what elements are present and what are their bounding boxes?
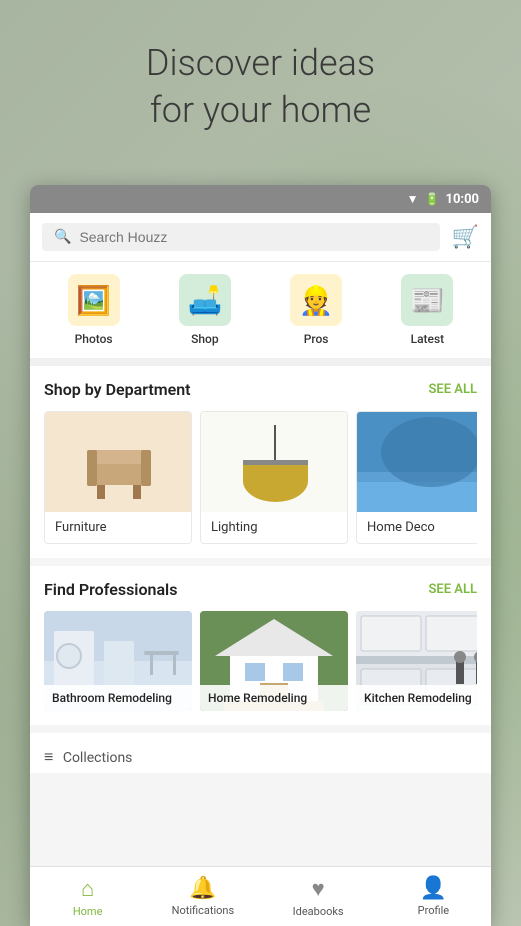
dept-card-lighting[interactable]: Lighting <box>200 411 348 544</box>
phone-frame: ▼ 🔋 10:00 🔍 🛒 🖼️ Photos 🛋️ Shop 👷 Pros 📰… <box>30 185 491 926</box>
homedeco-img <box>357 412 477 512</box>
nav-item-profile[interactable]: 👤 Profile <box>376 867 491 926</box>
dept-card-furniture[interactable]: Furniture <box>44 411 192 544</box>
profile-nav-icon: 👤 <box>420 876 447 901</box>
lighting-label: Lighting <box>201 512 347 543</box>
pros-section: Find Professionals SEE ALL <box>30 566 491 725</box>
shop-section-header: Shop by Department SEE ALL <box>44 380 477 399</box>
pros-icon: 👷 <box>290 274 342 326</box>
profile-nav-label: Profile <box>418 904 449 917</box>
shop-see-all[interactable]: SEE ALL <box>428 382 477 397</box>
quick-link-photos[interactable]: 🖼️ Photos <box>68 274 120 346</box>
shop-section: Shop by Department SEE ALL Furn <box>30 366 491 558</box>
photos-icon: 🖼️ <box>68 274 120 326</box>
home-nav-label: Home <box>73 905 103 918</box>
shop-section-title: Shop by Department <box>44 380 191 399</box>
search-icon: 🔍 <box>54 229 71 245</box>
pros-see-all[interactable]: SEE ALL <box>428 582 477 597</box>
partial-section: ≡ Collections <box>30 733 491 773</box>
home-nav-icon: ⌂ <box>81 876 94 902</box>
hero-title: Discover ideas for your home <box>0 40 521 134</box>
pros-label: Pros <box>304 332 329 346</box>
shop-icon: 🛋️ <box>179 274 231 326</box>
latest-icon: 📰 <box>401 274 453 326</box>
pro-card-bathroom[interactable]: Bathroom Remodeling <box>44 611 192 711</box>
notifications-nav-icon: 🔔 <box>189 876 216 901</box>
shop-label: Shop <box>191 332 219 346</box>
lighting-img <box>201 412 348 512</box>
quick-links: 🖼️ Photos 🛋️ Shop 👷 Pros 📰 Latest <box>30 262 491 366</box>
latest-label: Latest <box>411 332 445 346</box>
nav-item-ideabooks[interactable]: ♥ Ideabooks <box>261 867 376 926</box>
homedeco-label: Home Deco <box>357 512 477 543</box>
dept-scroll: Furniture Lighting <box>44 411 477 558</box>
status-bar: ▼ 🔋 10:00 <box>30 185 491 213</box>
status-time: 10:00 <box>446 192 480 207</box>
ideabooks-nav-label: Ideabooks <box>293 905 344 918</box>
quick-link-pros[interactable]: 👷 Pros <box>290 274 342 346</box>
search-bar: 🔍 🛒 <box>30 213 491 262</box>
ideabooks-nav-icon: ♥ <box>312 876 325 902</box>
search-input-wrap[interactable]: 🔍 <box>42 223 440 251</box>
dept-card-homedeco[interactable]: Home Deco <box>356 411 477 544</box>
bottom-nav: ⌂ Home 🔔 Notifications ♥ Ideabooks 👤 Pro… <box>30 866 491 926</box>
bathroom-label: Bathroom Remodeling <box>44 685 192 711</box>
cart-icon[interactable]: 🛒 <box>452 225 479 250</box>
pros-scroll: Bathroom Remodeling <box>44 611 477 725</box>
nav-item-home[interactable]: ⌂ Home <box>30 867 145 926</box>
nav-item-notifications[interactable]: 🔔 Notifications <box>145 867 260 926</box>
hero-section: Discover ideas for your home <box>0 40 521 134</box>
battery-icon: 🔋 <box>425 192 440 206</box>
pros-section-header: Find Professionals SEE ALL <box>44 580 477 599</box>
wifi-icon: ▼ <box>407 192 419 206</box>
partial-section-title: ≡ Collections <box>44 750 132 766</box>
search-input[interactable] <box>79 229 427 245</box>
quick-link-shop[interactable]: 🛋️ Shop <box>179 274 231 346</box>
kitchen-label: Kitchen Remodeling <box>356 685 477 711</box>
photos-label: Photos <box>75 332 113 346</box>
notifications-nav-label: Notifications <box>172 904 235 917</box>
home-remodeling-label: Home Remodeling <box>200 685 348 711</box>
pro-card-kitchen[interactable]: Kitchen Remodeling <box>356 611 477 711</box>
pros-section-title: Find Professionals <box>44 580 177 599</box>
furniture-label: Furniture <box>45 512 191 543</box>
quick-link-latest[interactable]: 📰 Latest <box>401 274 453 346</box>
pro-card-home-remodeling[interactable]: Home Remodeling <box>200 611 348 711</box>
furniture-img <box>45 412 192 512</box>
